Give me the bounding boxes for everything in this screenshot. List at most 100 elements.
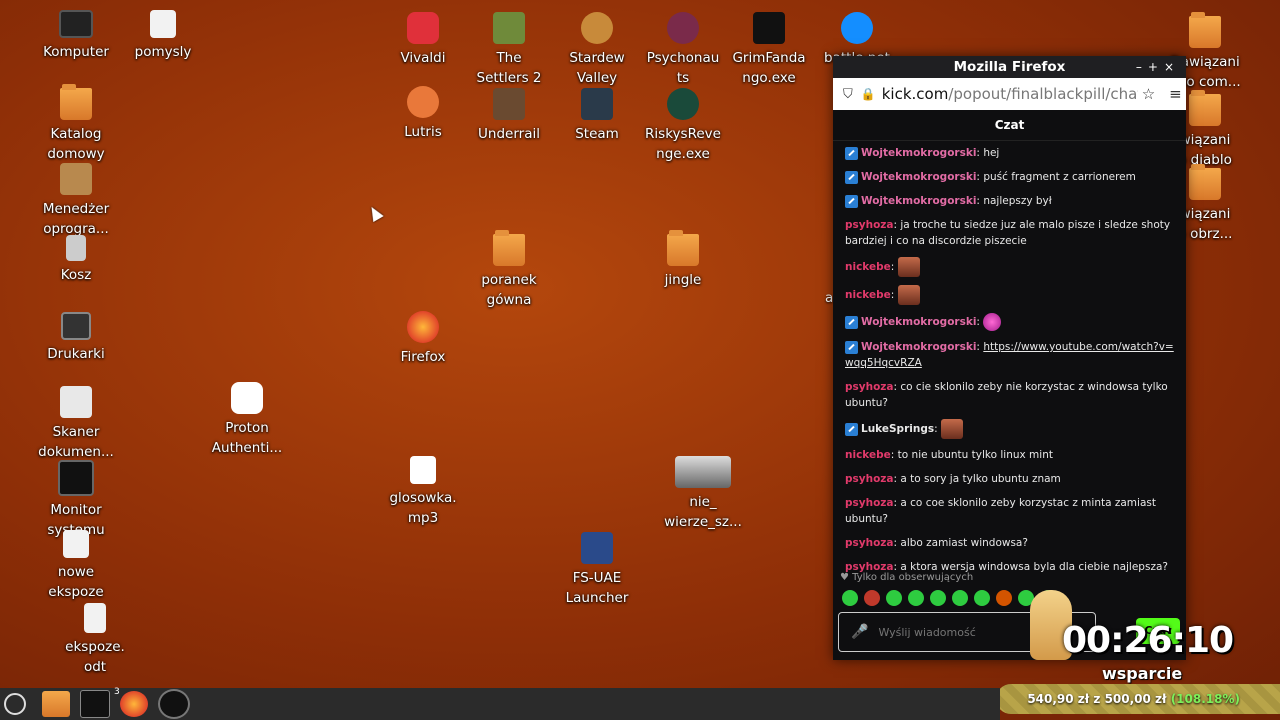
steam[interactable]: Steam [552,88,642,144]
proton-authenticator[interactable]: Proton Authenti... [202,382,292,458]
riskys-label: RiskysReve nge.exe [645,126,721,162]
emote-icon[interactable] [930,590,946,606]
file-manager-icon[interactable] [42,691,70,717]
chat-message: psyhoza: ja troche tu siedze juz ale mal… [845,219,1171,247]
chat-messages[interactable]: Wojtekmokrogorski: hej Wojtekmokrogorski… [833,141,1186,575]
stardew-valley[interactable]: Stardew Valley [552,12,642,88]
firefox-window[interactable]: Mozilla Firefox –+× ⛉ 🔒 kick.com/popout/… [833,56,1186,660]
stardew-icon [581,12,613,44]
folder-icon [493,230,525,266]
system-monitor-icon [58,460,94,496]
menu-icon[interactable]: ≡ [1169,85,1182,103]
taskbar[interactable]: 3 [0,687,1000,720]
lutris[interactable]: Lutris [378,86,468,142]
minimize-icon[interactable]: – [1136,60,1148,74]
chat-username[interactable]: Wojtekmokrogorski [861,147,976,159]
url-bar[interactable]: ⛉ 🔒 kick.com/popout/finalblackpill/chat … [833,78,1186,110]
emote-icon[interactable] [952,590,968,606]
underrail[interactable]: Underrail [464,88,554,144]
followers-only-label: Tylko dla obserwujących [852,572,974,583]
chat-username[interactable]: psyhoza [845,473,894,485]
scanner[interactable]: Skaner dokumen... [31,386,121,462]
shield-icon[interactable]: ⛉ [843,87,853,102]
battlenet-icon [841,12,873,44]
start-menu-icon[interactable] [4,693,26,715]
chat-username[interactable]: nickebe [845,289,891,301]
stardew-label: Stardew Valley [569,50,625,86]
emote-icon[interactable] [842,590,858,606]
steam-icon [581,88,613,120]
emote-icon [940,419,963,439]
mouse-cursor [366,203,384,223]
chat-username[interactable]: LukeSprings [861,423,934,435]
window-controls[interactable]: –+× [1136,56,1180,78]
fs-uae-launcher[interactable]: FS-UAE Launcher [552,532,642,608]
firefox[interactable]: Firefox [378,311,468,367]
folder-link-icon [1189,90,1221,126]
heart-icon: ♥ [840,572,853,583]
grimfandango[interactable]: GrimFanda ngo.exe [724,12,814,88]
stream-timer: 00:26:10 [1062,620,1234,661]
glosowka-file[interactable]: glosowka. mp3 [378,456,468,528]
grimfandango-label: GrimFanda ngo.exe [732,50,806,86]
settlers2[interactable]: The Settlers 2 [464,12,554,88]
emote-icon[interactable] [996,590,1012,606]
chat-text: to nie ubuntu tylko linux mint [897,449,1053,461]
emote-icon[interactable] [864,590,880,606]
poranek-folder[interactable]: poranek gówna [464,230,554,310]
chat-username[interactable]: nickebe [845,449,891,461]
nie-wierze-video[interactable]: nie_ wierze_sz... [658,456,748,532]
trash-icon [66,235,86,261]
pomysly-file[interactable]: pomysly [118,10,208,62]
maximize-icon[interactable]: + [1148,60,1164,74]
folder-icon [667,230,699,266]
riskys-revenge[interactable]: RiskysReve nge.exe [638,88,728,164]
chat-username[interactable]: psyhoza [845,497,894,509]
home-folder[interactable]: Katalog domowy [31,84,121,164]
computer-icon-item[interactable]: Komputer [31,10,121,62]
settlers-label: The Settlers 2 [476,50,542,86]
jingle-folder[interactable]: jingle [638,230,728,290]
vivaldi-label: Vivaldi [400,50,446,66]
nowe-file[interactable]: nowe ekspoze [31,530,121,602]
chat-message: psyhoza: a co coe sklonilo zeby korzysta… [845,497,1156,525]
proton-icon [231,382,263,414]
chat-message: psyhoza: co cie sklonilo zeby nie korzys… [845,381,1168,409]
ekspoze-file[interactable]: ekspoze. odt [50,603,140,677]
chat-text: a to sory ja tylko ubuntu znam [900,473,1061,485]
close-icon[interactable]: × [1164,60,1180,74]
support-label: wsparcie [1102,664,1183,683]
trash[interactable]: Kosz [31,235,121,285]
psychonauts[interactable]: Psychonau ts [638,12,728,88]
terminal-icon[interactable] [80,690,110,718]
firefox-label: Firefox [400,349,446,365]
emote-icon[interactable] [974,590,990,606]
emote-bar[interactable] [842,590,1056,606]
emote-icon[interactable] [886,590,902,606]
chat-username[interactable]: Wojtekmokrogorski [861,171,976,183]
bookmark-star-icon[interactable]: ☆ [1142,85,1155,103]
system-monitor[interactable]: Monitor systemu [31,460,121,540]
vivaldi[interactable]: Vivaldi [378,12,468,68]
chat-username[interactable]: Wojtekmokrogorski [861,341,976,353]
emote-icon[interactable] [908,590,924,606]
chat-username[interactable]: psyhoza [845,537,894,549]
document-icon [150,10,176,38]
firefox-taskbar-icon[interactable]: 3 [114,687,148,717]
software-manager-label: Menedżer oprogra... [42,201,110,237]
chat-message: LukeSprings: [845,419,1174,439]
lutris-label: Lutris [404,124,442,140]
window-titlebar[interactable]: Mozilla Firefox –+× [833,56,1186,78]
chat-message: psyhoza: albo zamiast windowsa? [845,537,1028,549]
chat-username[interactable]: nickebe [845,261,891,273]
steam-taskbar-icon[interactable] [158,689,190,719]
chat-username[interactable]: psyhoza [845,219,894,231]
microphone-icon[interactable]: 🎤 [851,624,868,640]
chat-username[interactable]: Wojtekmokrogorski [861,316,976,328]
chat-message: psyhoza: a to sory ja tylko ubuntu znam [845,473,1061,485]
printers[interactable]: Drukarki [31,312,121,364]
software-manager[interactable]: Menedżer oprogra... [31,163,121,239]
fs-uae-label: FS-UAE Launcher [565,570,629,606]
chat-username[interactable]: Wojtekmokrogorski [861,195,976,207]
chat-username[interactable]: psyhoza [845,381,894,393]
